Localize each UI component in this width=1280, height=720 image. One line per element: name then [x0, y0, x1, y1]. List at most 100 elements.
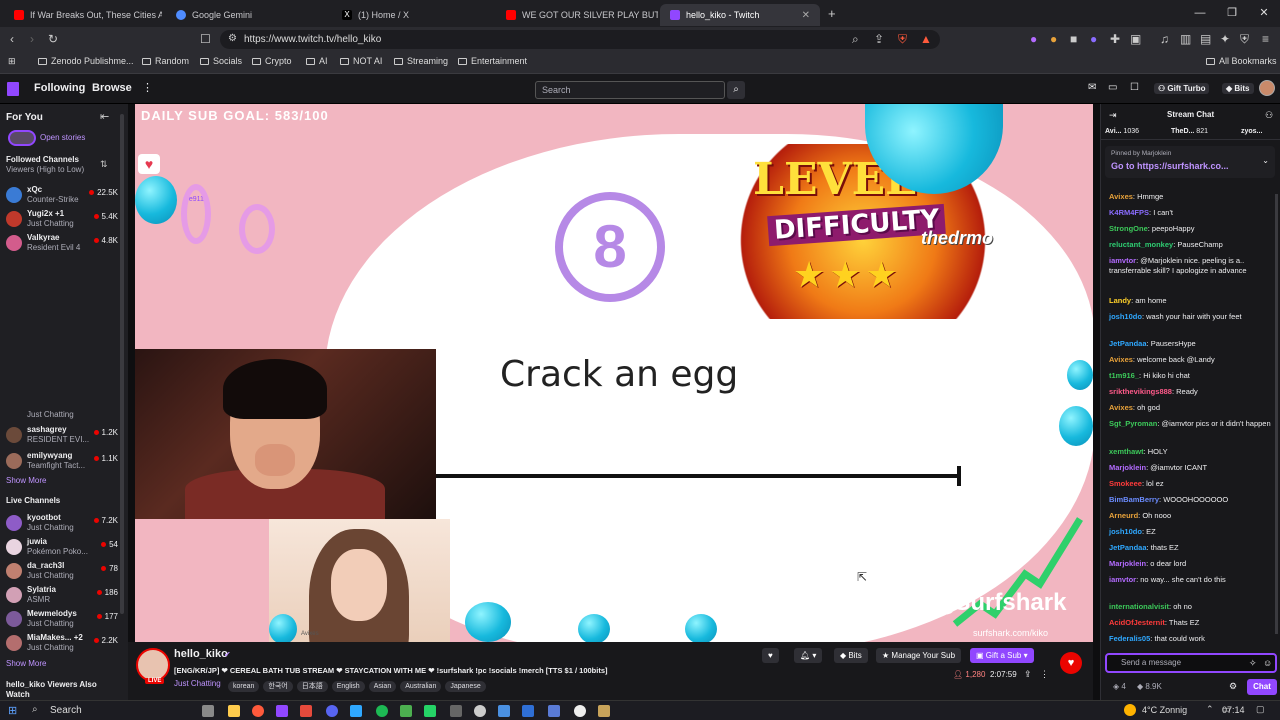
chat-username[interactable]: K4RM4FPS: [1109, 208, 1149, 217]
close-tab-icon[interactable]: ✕: [802, 10, 810, 21]
app-icon[interactable]: [400, 705, 412, 717]
brave-icon[interactable]: [252, 705, 264, 717]
manage-sub-button[interactable]: ★ Manage Your Sub: [876, 648, 962, 663]
tray-chevron-icon[interactable]: ⌃: [1206, 704, 1214, 715]
sidebar-channel[interactable]: juwia Pokémon Poko... 54: [4, 536, 124, 562]
browser-tab[interactable]: WE GOT OUR SILVER PLAY BUTTO: [496, 4, 658, 26]
bookmark-item[interactable]: Socials: [200, 56, 242, 66]
bits-button[interactable]: ◆ Bits: [834, 648, 868, 663]
rewards-icon[interactable]: ▲: [920, 32, 932, 46]
sidebar-channel[interactable]: MiaMakes... +2 Just Chatting 2.2K: [4, 632, 124, 658]
nav-following[interactable]: Following: [34, 82, 85, 94]
app-icon[interactable]: [276, 705, 288, 717]
tag[interactable]: 日本語: [296, 681, 328, 692]
site-info-icon[interactable]: ⚙: [228, 33, 237, 44]
get-bits-button[interactable]: ◆ Bits: [1222, 83, 1254, 94]
sidebar-channel[interactable]: da_rach3l Just Chatting 78: [4, 560, 124, 586]
extension-icon[interactable]: ●: [1090, 32, 1097, 46]
bookmark-item[interactable]: NOT AI: [340, 56, 382, 66]
bits-cheer-icon[interactable]: ✧: [1249, 658, 1257, 669]
sidebar-icon[interactable]: ▥: [1180, 32, 1191, 46]
collapse-chat-icon[interactable]: ⇥: [1109, 110, 1117, 121]
browser-tab-active[interactable]: hello_kiko - Twitch ✕: [660, 4, 820, 26]
sidebar-channel[interactable]: xQc Counter-Strike 22.5K: [4, 184, 124, 210]
sidebar-scrollbar[interactable]: [120, 114, 124, 614]
chevron-down-icon[interactable]: ⌄: [1262, 156, 1269, 165]
browser-tab[interactable]: Google Gemini: [166, 4, 328, 26]
weather-text[interactable]: 4°C Zonnig: [1142, 705, 1187, 715]
chat-username[interactable]: AcidOfJesternit: [1109, 618, 1165, 627]
app-icon[interactable]: [522, 705, 534, 717]
tag[interactable]: 한국어: [263, 681, 293, 692]
sort-icon[interactable]: ⇅: [100, 159, 108, 170]
notifications-icon[interactable]: ✉: [1088, 82, 1096, 93]
app-icon[interactable]: [474, 705, 486, 717]
forward-icon[interactable]: ›: [30, 32, 34, 46]
extension-icon[interactable]: ■: [1070, 32, 1077, 46]
app-icon[interactable]: [574, 705, 586, 717]
bookmark-item[interactable]: Random: [142, 56, 189, 66]
brave-shield-icon[interactable]: ⛨: [898, 32, 907, 47]
tag[interactable]: Japanese: [445, 681, 486, 692]
bookmark-item[interactable]: AI: [306, 56, 328, 66]
chat-username[interactable]: BimBamBerry: [1109, 495, 1159, 504]
user-avatar[interactable]: [1259, 80, 1275, 96]
emote-icon[interactable]: ☺: [1263, 658, 1272, 668]
clock[interactable]: 07:14: [1222, 705, 1245, 715]
pinned-message[interactable]: Pinned by Marjoklein Go to https://surfs…: [1105, 146, 1275, 178]
zoom-icon[interactable]: ⌕: [852, 32, 859, 47]
more-options-icon[interactable]: ⋮: [1040, 669, 1049, 680]
app-icon[interactable]: [548, 705, 560, 717]
wallet-icon[interactable]: ▤: [1200, 32, 1211, 46]
browser-tab[interactable]: If War Breaks Out, These Cities Are in: [4, 4, 162, 26]
chat-username[interactable]: Marjoklein: [1109, 463, 1146, 472]
chat-username[interactable]: srikthevikings888: [1109, 387, 1172, 396]
chat-username[interactable]: Avixes: [1109, 403, 1133, 412]
gift-turbo-button[interactable]: ⚇ Gift Turbo: [1154, 83, 1210, 94]
chat-username[interactable]: iamvtor: [1109, 575, 1136, 584]
back-icon[interactable]: ‹: [10, 32, 14, 46]
discord-icon[interactable]: [326, 705, 338, 717]
leader-entry[interactable]: zyos...: [1241, 128, 1262, 135]
sidebar-channel[interactable]: Yugi2x +1 Just Chatting 5.4K: [4, 208, 124, 234]
more-icon[interactable]: ⋮: [142, 81, 153, 94]
minimize-icon[interactable]: —: [1184, 0, 1216, 27]
extension-icon[interactable]: ●: [1030, 32, 1037, 46]
leo-icon[interactable]: ✦: [1220, 32, 1230, 46]
sidebar-channel[interactable]: emilywyang Teamfight Tact... 1.1K: [4, 450, 124, 476]
tag[interactable]: Australian: [400, 681, 442, 692]
close-window-icon[interactable]: ✕: [1248, 0, 1280, 27]
video-player[interactable]: DAILY SUB GOAL: 583/100 ♥ 8 Crack an egg…: [135, 104, 1093, 642]
share-icon[interactable]: ⇪: [1024, 669, 1032, 680]
channel-points[interactable]: ◈ 4: [1113, 682, 1126, 691]
share-icon[interactable]: ⇪: [874, 32, 884, 46]
tag[interactable]: English: [331, 681, 365, 692]
vpn-icon[interactable]: ⛨: [1240, 32, 1249, 47]
sidebar-channel[interactable]: Mewmelodys Just Chatting 177: [4, 608, 124, 634]
chat-username[interactable]: Marjoklein: [1109, 559, 1146, 568]
extension-icon[interactable]: ▣: [1130, 32, 1141, 46]
leader-entry[interactable]: TheD... 821: [1171, 128, 1208, 135]
app-icon[interactable]: [350, 705, 362, 717]
chat-username[interactable]: josh10do: [1109, 527, 1142, 536]
chat-username[interactable]: xemthawt: [1109, 447, 1144, 456]
app-icon[interactable]: [598, 705, 610, 717]
open-stories-link[interactable]: Open stories: [40, 133, 85, 142]
sidebar-channel[interactable]: sashagrey RESIDENT EVI... 1.2K: [4, 424, 124, 450]
tag[interactable]: korean: [228, 681, 260, 692]
chat-username[interactable]: Landy: [1109, 296, 1131, 305]
chat-username[interactable]: Federalis05: [1109, 634, 1150, 643]
bookmark-item[interactable]: Zenodo Publishme...: [38, 56, 134, 66]
chat-username[interactable]: Sgt_Pyroman: [1109, 419, 1157, 428]
chat-send-button[interactable]: Chat: [1247, 679, 1277, 695]
notification-bell-button[interactable]: 🔔︎ ▾: [794, 648, 823, 663]
chat-username[interactable]: Avixes: [1109, 355, 1133, 364]
task-view-icon[interactable]: [202, 705, 214, 717]
nav-browse[interactable]: Browse: [92, 82, 132, 94]
sidebar-channel[interactable]: Valkyrae Resident Evil 4 4.8K: [4, 232, 124, 258]
stories-avatars[interactable]: [8, 130, 36, 146]
whatsapp-icon[interactable]: [424, 705, 436, 717]
bookmark-icon[interactable]: ☐: [200, 32, 211, 46]
extension-icon[interactable]: ●: [1050, 32, 1057, 46]
chat-username[interactable]: Arneurd: [1109, 511, 1138, 520]
